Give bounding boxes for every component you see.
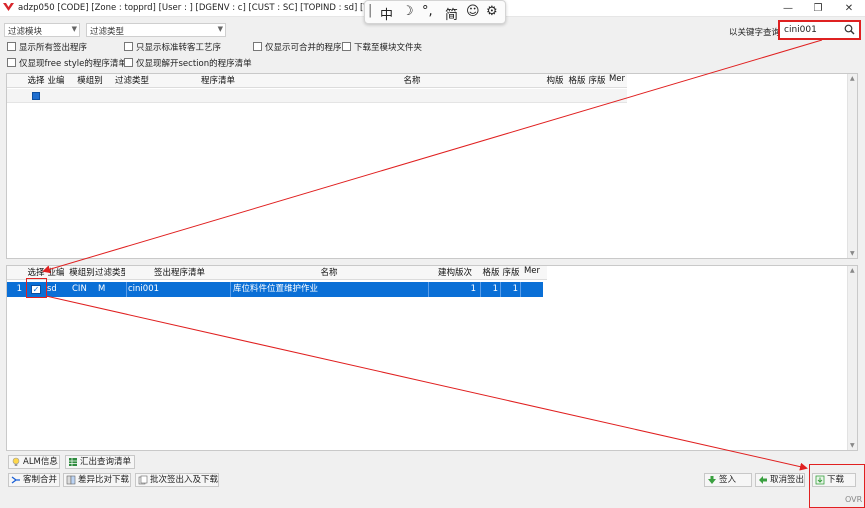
- annotation-arrow-search-to-checkbox: [42, 39, 823, 274]
- annotation-arrows: [42, 39, 823, 471]
- annotation-arrow-checkbox-to-download: [45, 295, 808, 471]
